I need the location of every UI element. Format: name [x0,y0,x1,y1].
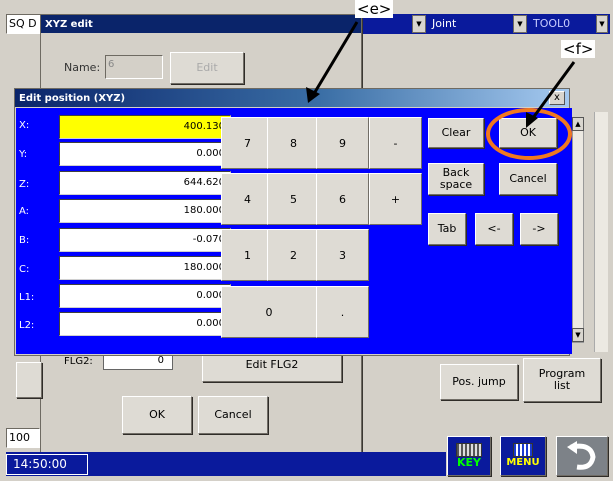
field-label-a: A: [19,206,30,217]
zoom-field: 100 [6,428,40,448]
top-left-text: SQ D [9,17,37,30]
key-dot[interactable]: . [316,286,369,338]
right-arrow-button[interactable]: -> [520,213,558,245]
field-label-b: B: [19,235,30,246]
field-label-x: X: [19,120,30,131]
annotation-e: <e> [355,0,394,18]
joint-value: Joint [432,17,457,30]
name-value: 6 [108,59,115,70]
keyboard-icon [456,443,482,457]
field-label-c: C: [19,264,30,275]
program-list-button[interactable]: Program list [523,358,601,402]
ok-highlight-circle [486,108,572,160]
field-a[interactable]: 180.000 [59,199,231,223]
clear-button[interactable]: Clear [428,118,484,148]
name-label: Name: [64,61,101,74]
field-l2[interactable]: 0.000 [59,312,231,336]
close-icon: x [554,92,560,103]
zoom-value: 100 [9,431,30,444]
back-arrow-icon [567,441,596,470]
backspace-button[interactable]: Back space [428,163,484,195]
name-input[interactable]: 6 [105,55,163,79]
menu-icon [513,443,533,457]
xyz-cancel-button[interactable]: Cancel [198,396,268,434]
annotation-f: <f> [561,40,596,58]
xyz-edit-titlebar: XYZ edit [41,15,361,33]
time-display: 14:50:00 [6,454,88,475]
field-y[interactable]: 0.000 [59,142,231,166]
tab-button[interactable]: Tab [428,213,466,245]
keypad-cancel-button[interactable]: Cancel [499,163,557,195]
pos-jump-button[interactable]: Pos. jump [440,364,518,400]
key-5[interactable]: 5 [267,173,320,225]
key-plus[interactable]: + [369,173,422,225]
position-fields: X: 400.130 Y: 0.000 Z: 644.620 A: 180.00… [16,108,236,354]
flg2-value: 0 [157,355,164,366]
name-edit-button[interactable]: Edit [170,52,244,84]
right-scroll-track[interactable] [594,112,608,352]
key-label: KEY [456,456,481,469]
edit-position-title: Edit position (XYZ) [19,92,126,104]
field-label-z: Z: [19,179,30,190]
key-2[interactable]: 2 [267,229,320,281]
key-8[interactable]: 8 [267,117,320,169]
joint-select[interactable]: Joint [428,15,512,33]
left-arrow-button[interactable]: <- [475,213,513,245]
time-value: 14:50:00 [13,457,67,471]
edit-position-scrollbar[interactable] [572,117,584,343]
xyz-ok-button[interactable]: OK [122,396,192,434]
keyboard-button[interactable]: KEY [447,436,491,476]
edit-position-titlebar: Edit position (XYZ) [15,89,569,107]
field-label-y: Y: [19,149,28,160]
menu-label: MENU [506,457,540,468]
key-3[interactable]: 3 [316,229,369,281]
field-x[interactable]: 400.130 [59,115,231,139]
xyz-edit-title: XYZ edit [45,18,93,30]
tool-value: TOOL0 [533,17,571,30]
scroll-up-arrow-icon[interactable]: ▲ [572,117,584,131]
back-button[interactable] [556,436,608,476]
field-c[interactable]: 180.000 [59,256,231,280]
joint-dropdown-arrow[interactable]: ▼ [513,15,527,33]
key-9[interactable]: 9 [316,117,369,169]
menu-button[interactable]: MENU [500,436,546,476]
scroll-down-arrow-icon[interactable]: ▼ [572,328,584,342]
flg2-label: FLG2: [64,356,93,367]
top-dropdown-arrow-1[interactable]: ▼ [412,15,426,33]
field-label-l2: L2: [19,320,35,331]
field-l1[interactable]: 0.000 [59,284,231,308]
tool-dropdown-arrow[interactable]: ▼ [596,15,608,33]
tool-select[interactable]: TOOL0 [529,15,595,33]
field-z[interactable]: 644.620 [59,171,231,195]
key-6[interactable]: 6 [316,173,369,225]
field-label-l1: L1: [19,292,35,303]
key-minus[interactable]: - [369,117,422,169]
field-b[interactable]: -0.070 [59,228,231,252]
edit-position-close-button[interactable]: x [549,91,565,105]
left-side-button[interactable] [16,362,42,398]
flg2-value-field[interactable]: 0 [103,354,173,370]
key-0[interactable]: 0 [221,286,317,338]
